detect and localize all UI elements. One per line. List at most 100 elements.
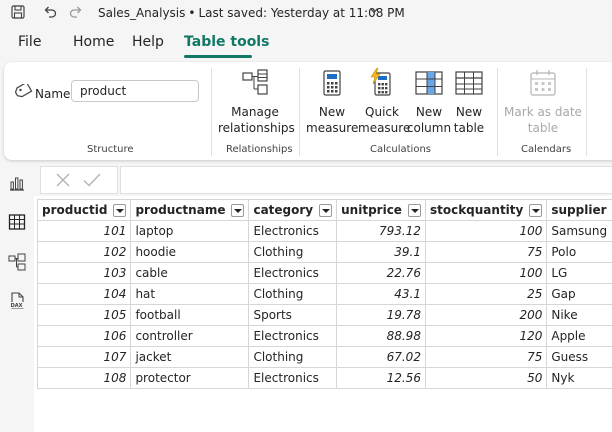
table-row: 101 laptop Electronics 793.12 100 Samsung xyxy=(36,220,612,242)
document-title[interactable]: Sales_Analysis • Last saved: Yesterday at … xyxy=(98,6,405,20)
table-header-row: productid productname category unitprice… xyxy=(36,199,612,221)
group-label-relationships: Relationships xyxy=(226,144,293,155)
formula-input[interactable] xyxy=(120,166,612,194)
table-cell[interactable]: hat xyxy=(130,283,250,305)
save-icon[interactable] xyxy=(10,4,26,20)
column-header-label: stockquantity xyxy=(429,203,524,217)
column-filter-dropdown-icon[interactable] xyxy=(319,203,333,217)
column-header[interactable]: productname xyxy=(130,199,250,221)
column-filter-dropdown-icon[interactable] xyxy=(113,203,127,217)
table-cell[interactable]: Nyk xyxy=(546,367,612,389)
quick-measure-icon xyxy=(370,68,391,96)
column-filter-dropdown-icon[interactable] xyxy=(407,203,421,217)
table-cell[interactable]: 100 xyxy=(424,262,548,284)
model-view-icon[interactable] xyxy=(7,252,27,272)
column-filter-dropdown-icon[interactable] xyxy=(529,203,543,217)
new-measure-label: New measure xyxy=(306,105,359,135)
group-divider xyxy=(586,68,587,156)
table-cell[interactable]: 100 xyxy=(424,220,548,242)
table-cell[interactable]: Electronics xyxy=(248,262,338,284)
table-cell[interactable]: Electronics xyxy=(248,367,338,389)
table-cell[interactable]: Gap xyxy=(546,283,612,305)
table-cell[interactable]: laptop xyxy=(130,220,250,242)
table-view-icon[interactable] xyxy=(7,212,27,232)
tab-file[interactable]: File xyxy=(18,34,41,50)
table-cell[interactable]: jacket xyxy=(130,346,250,368)
table-row: 104 hat Clothing 43.1 25 Gap xyxy=(36,283,612,305)
table-cell[interactable]: 75 xyxy=(424,346,548,368)
commit-icon[interactable] xyxy=(83,172,101,188)
table-cell[interactable]: 103 xyxy=(36,262,132,284)
table-cell[interactable]: protector xyxy=(130,367,250,389)
chevron-down-icon[interactable] xyxy=(369,6,379,16)
table-cell[interactable]: Electronics xyxy=(248,220,338,242)
quick-measure-label: Quick measure xyxy=(358,105,411,135)
table-cell[interactable]: Guess xyxy=(546,346,612,368)
column-filter-dropdown-icon[interactable] xyxy=(231,203,245,217)
table-cell[interactable]: 19.78 xyxy=(336,304,426,326)
manage-relationships-button[interactable]: Manage relationships xyxy=(218,68,295,136)
table-cell[interactable]: 88.98 xyxy=(336,325,426,347)
table-cell[interactable]: 101 xyxy=(36,220,132,242)
table-cell[interactable]: 200 xyxy=(424,304,548,326)
table-cell[interactable]: 105 xyxy=(36,304,132,326)
column-header[interactable]: unitprice xyxy=(336,199,426,221)
new-column-button[interactable]: New column xyxy=(406,68,452,136)
tab-help[interactable]: Help xyxy=(132,34,164,50)
table-cell[interactable]: Nike xyxy=(546,304,612,326)
table-cell[interactable]: LG xyxy=(546,262,612,284)
cancel-icon[interactable] xyxy=(55,172,71,188)
mark-as-date-table-label: Mark as date table xyxy=(504,105,582,135)
column-header[interactable]: stockquantity xyxy=(424,199,548,221)
table-cell[interactable]: 43.1 xyxy=(336,283,426,305)
column-header[interactable]: category xyxy=(248,199,338,221)
table-cell[interactable]: Apple xyxy=(546,325,612,347)
table-cell[interactable]: 75 xyxy=(424,241,548,263)
undo-icon[interactable] xyxy=(42,4,58,20)
table-cell[interactable]: 108 xyxy=(36,367,132,389)
title-separator: • xyxy=(188,6,196,20)
ribbon: Name Structure Manage relationships Rela… xyxy=(4,62,612,160)
table-cell[interactable]: Clothing xyxy=(248,241,338,263)
table-cell[interactable]: 12.56 xyxy=(336,367,426,389)
table-cell[interactable]: 39.1 xyxy=(336,241,426,263)
table-cell[interactable]: Clothing xyxy=(248,283,338,305)
new-table-button[interactable]: New table xyxy=(452,68,486,136)
table-cell[interactable]: 50 xyxy=(424,367,548,389)
quick-measure-button[interactable]: Quick measure xyxy=(358,68,411,136)
dax-query-icon[interactable]: DAX xyxy=(7,291,27,311)
table-cell[interactable]: Polo xyxy=(546,241,612,263)
table-cell[interactable]: Samsung xyxy=(546,220,612,242)
table-cell[interactable]: 102 xyxy=(36,241,132,263)
tab-table-tools[interactable]: Table tools xyxy=(184,34,269,50)
table-name-input[interactable] xyxy=(71,80,199,102)
table-cell[interactable]: Clothing xyxy=(248,346,338,368)
table-cell[interactable]: 120 xyxy=(424,325,548,347)
table-cell[interactable]: 25 xyxy=(424,283,548,305)
table-cell[interactable]: 22.76 xyxy=(336,262,426,284)
table-cell[interactable]: 104 xyxy=(36,283,132,305)
manage-relationships-icon xyxy=(242,69,268,95)
table-cell[interactable]: hoodie xyxy=(130,241,250,263)
table-row: 105 football Sports 19.78 200 Nike xyxy=(36,304,612,326)
table-cell[interactable]: 107 xyxy=(36,346,132,368)
report-view-icon[interactable] xyxy=(7,173,27,193)
redo-icon[interactable] xyxy=(68,4,84,20)
table-cell[interactable]: controller xyxy=(130,325,250,347)
table-cell[interactable]: Electronics xyxy=(248,325,338,347)
column-header[interactable]: productid xyxy=(36,199,132,221)
tab-home[interactable]: Home xyxy=(73,34,114,50)
new-measure-button[interactable]: New measure xyxy=(306,68,358,136)
table-cell[interactable]: 793.12 xyxy=(336,220,426,242)
table-row: 107 jacket Clothing 67.02 75 Guess xyxy=(36,346,612,368)
table-cell[interactable]: cable xyxy=(130,262,250,284)
column-header-label: category xyxy=(253,203,314,217)
column-header[interactable]: supplier xyxy=(546,199,612,221)
calculator-icon xyxy=(323,70,341,96)
table-cell[interactable]: football xyxy=(130,304,250,326)
table-cell[interactable]: 67.02 xyxy=(336,346,426,368)
table-cell[interactable]: Sports xyxy=(248,304,338,326)
data-grid-area: productid productname category unitprice… xyxy=(34,196,612,432)
table-cell[interactable]: 106 xyxy=(36,325,132,347)
mark-as-date-table-button[interactable]: Mark as date table xyxy=(504,68,582,136)
